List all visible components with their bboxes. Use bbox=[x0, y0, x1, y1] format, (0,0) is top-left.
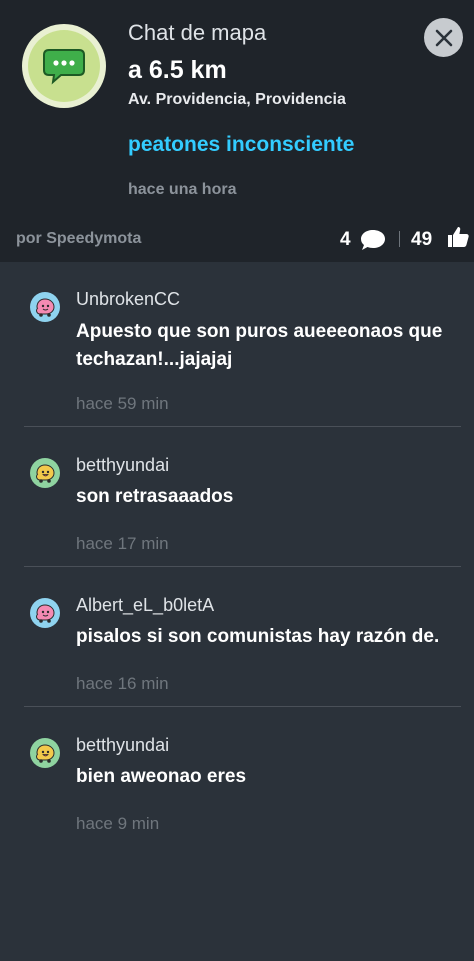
address-label: Av. Providencia, Providencia bbox=[128, 91, 346, 108]
wazer-yellow-icon bbox=[30, 458, 60, 488]
message-time: hace 17 min bbox=[76, 534, 169, 553]
close-button[interactable] bbox=[424, 18, 463, 57]
comments-count: 4 bbox=[340, 229, 351, 250]
close-icon bbox=[435, 29, 452, 46]
comment-icon[interactable] bbox=[360, 228, 386, 252]
message-username[interactable]: betthyundai bbox=[76, 735, 169, 756]
message-divider bbox=[24, 566, 461, 567]
report-header: Chat de mapa a 6.5 km Av. Providencia, P… bbox=[0, 0, 474, 262]
message-username[interactable]: betthyundai bbox=[76, 455, 169, 476]
message-divider bbox=[24, 426, 461, 427]
chat-message: betthyundai son retrasaaados hace 17 min bbox=[0, 452, 474, 592]
distance-label: a 6.5 km bbox=[128, 56, 227, 84]
wazer-pink-icon bbox=[30, 598, 60, 628]
message-text: bien aweonao eres bbox=[76, 766, 247, 787]
message-time: hace 9 min bbox=[76, 814, 160, 833]
message-text: Apuesto que son puros aueeeonaos que tec… bbox=[76, 321, 443, 370]
message-username[interactable]: Albert_eL_b0letA bbox=[76, 595, 214, 616]
wazer-yellow-icon bbox=[30, 738, 60, 768]
thumbs-up-icon[interactable] bbox=[446, 225, 470, 249]
wazer-pink-icon bbox=[30, 292, 60, 322]
message-text: pisalos si son comunistas hay razón de. bbox=[76, 626, 440, 647]
stats-divider bbox=[399, 231, 400, 247]
author-label: por Speedymota bbox=[16, 230, 142, 247]
message-username[interactable]: UnbrokenCC bbox=[76, 289, 180, 310]
likes-count: 49 bbox=[411, 229, 433, 250]
chat-message: Albert_eL_b0letA pisalos si son comunist… bbox=[0, 592, 474, 732]
message-time: hace 59 min bbox=[76, 394, 169, 413]
panel-title: Chat de mapa bbox=[128, 20, 267, 45]
message-text: son retrasaaados bbox=[76, 486, 234, 507]
report-time: hace una hora bbox=[128, 181, 237, 198]
chat-bubble-icon bbox=[22, 24, 106, 108]
message-divider bbox=[24, 706, 461, 707]
chat-message: UnbrokenCC Apuesto que son puros aueeeon… bbox=[0, 286, 474, 426]
chat-message: betthyundai bien aweonao eres hace 9 min bbox=[0, 732, 474, 872]
message-time: hace 16 min bbox=[76, 674, 169, 693]
report-headline[interactable]: peatones inconsciente bbox=[128, 133, 354, 157]
